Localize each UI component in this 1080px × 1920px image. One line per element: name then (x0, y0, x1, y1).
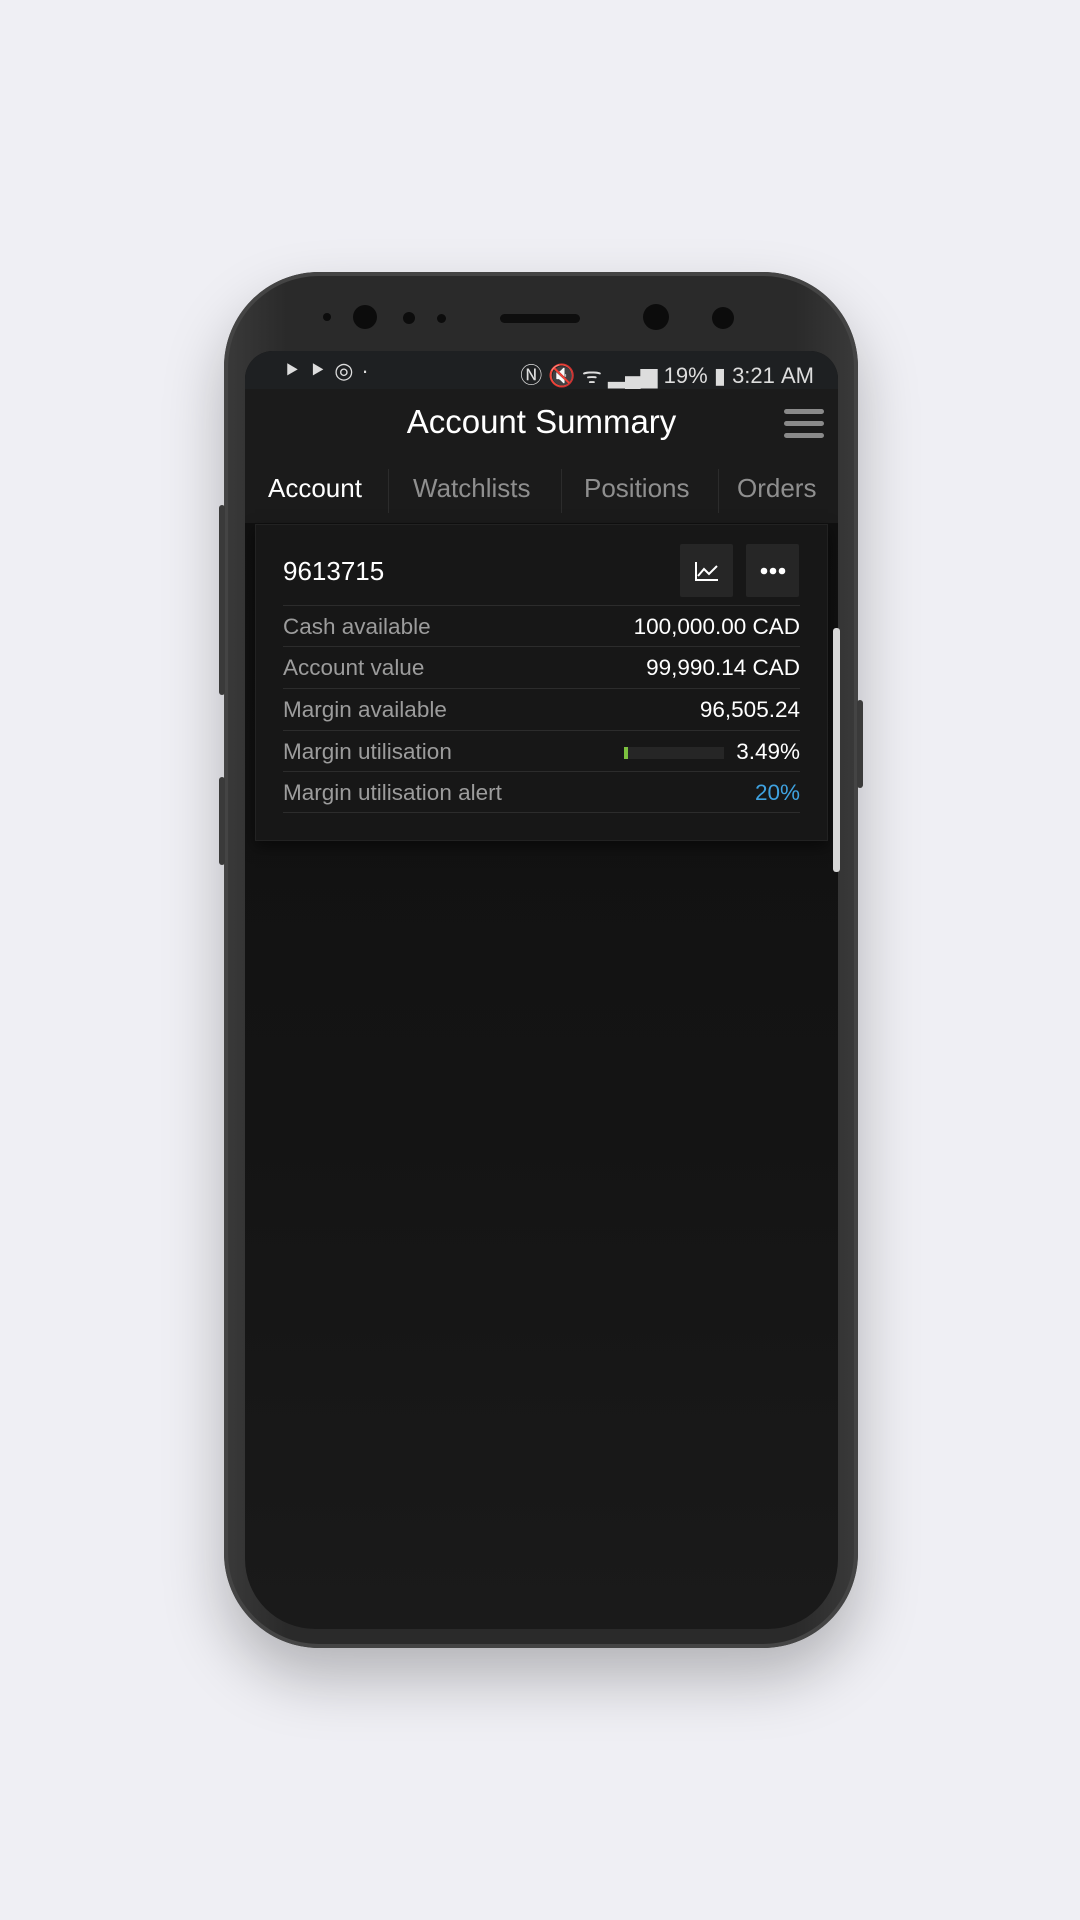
iris-scanner (712, 307, 734, 329)
bixby-button (219, 505, 225, 695)
tab-account[interactable]: Account (268, 473, 362, 504)
clock: 3:21 AM (732, 363, 814, 388)
more-dots-icon (760, 567, 785, 574)
battery-level: 19% (663, 363, 708, 388)
divider (718, 469, 719, 513)
notification-icons: ⯈⯈◎· (283, 358, 377, 383)
margin-progress-bar (624, 747, 724, 759)
tab-watchlists[interactable]: Watchlists (413, 473, 531, 504)
account-card: 9613715 Cash available 100,000.00 CAD Ac… (255, 524, 828, 841)
front-camera (643, 304, 669, 330)
row-cash-available: Cash available 100,000.00 CAD (283, 605, 800, 647)
row-label: Account value (283, 655, 425, 680)
row-value: 100,000.00 CAD (633, 614, 800, 639)
tab-positions[interactable]: Positions (584, 473, 690, 504)
row-label: Margin utilisation alert (283, 780, 502, 805)
status-bar: ⯈⯈◎· Ⓝ 🔇 ᯤ ▂▄▆ 19% ▮ 3:21 AM (245, 351, 838, 389)
line-chart-icon (694, 561, 718, 581)
row-value: 3.49% (736, 739, 800, 764)
sensor (437, 314, 446, 323)
page-title: Account Summary (406, 403, 677, 440)
more-button[interactable] (746, 544, 799, 597)
app-header: Account Summary (245, 389, 838, 459)
row-margin-utilisation: Margin utilisation 3.49% (283, 730, 800, 772)
row-account-value: Account value 99,990.14 CAD (283, 646, 800, 688)
screen: ⯈⯈◎· Ⓝ 🔇 ᯤ ▂▄▆ 19% ▮ 3:21 AM Account Sum… (245, 351, 838, 1629)
volume-button (219, 777, 225, 865)
row-label: Margin available (283, 697, 447, 722)
power-button (857, 700, 863, 788)
sensor (403, 312, 415, 324)
margin-alert-link[interactable]: 20% (755, 780, 800, 806)
row-label: Cash available (283, 614, 431, 639)
row-label: Margin utilisation (283, 739, 452, 764)
tab-orders[interactable]: Orders (737, 473, 816, 504)
tab-bar: Account Watchlists Positions Orders (245, 459, 838, 523)
sensor (323, 313, 331, 321)
battery-icon: ▮ (713, 363, 726, 388)
row-value: 96,505.24 (699, 697, 800, 722)
progress-fill (624, 747, 628, 759)
scrollbar[interactable] (833, 628, 840, 872)
row-margin-available: Margin available 96,505.24 (283, 688, 800, 730)
sensor (353, 305, 377, 329)
divider (561, 469, 562, 513)
chart-button[interactable] (680, 544, 733, 597)
row-value: 99,990.14 CAD (646, 655, 800, 680)
row-margin-alert: Margin utilisation alert 20% (283, 771, 800, 813)
status-icons: Ⓝ 🔇 ᯤ ▂▄▆ (520, 363, 664, 388)
hamburger-icon[interactable] (784, 409, 824, 441)
speaker (500, 314, 580, 323)
divider (388, 469, 389, 513)
account-number: 9613715 (283, 556, 385, 586)
